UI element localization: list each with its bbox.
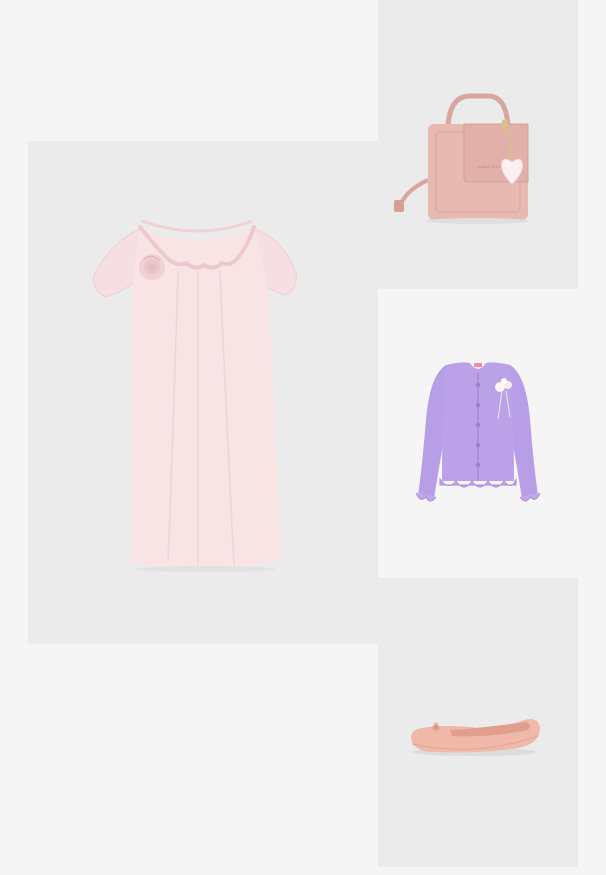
product-tile-shoe[interactable] — [378, 578, 578, 867]
bag-logo-text: ANNA FIELD — [478, 164, 504, 169]
product-tile-cardigan[interactable] — [378, 289, 578, 578]
cardigan-image — [415, 362, 541, 502]
shoe-image — [411, 719, 540, 756]
product-tile-handbag[interactable]: ANNA FIELD — [378, 0, 578, 289]
handbag-image: ANNA FIELD — [394, 93, 530, 224]
product-tile-dress[interactable] — [28, 141, 378, 644]
dress-image — [93, 219, 297, 572]
